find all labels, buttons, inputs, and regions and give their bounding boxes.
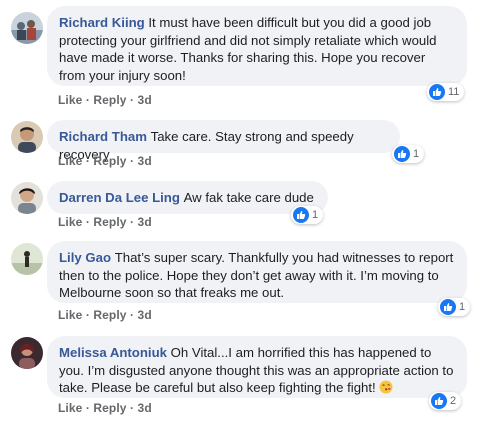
comment-actions: Like · Reply · 3d [58, 215, 152, 229]
reaction-number: 1 [459, 301, 466, 313]
avatar[interactable] [11, 337, 43, 369]
comment-bubble: Darren Da Lee Ling Aw fak take care dude [47, 181, 328, 214]
comment-author[interactable]: Darren Da Lee Ling [59, 190, 184, 205]
avatar[interactable] [11, 12, 43, 44]
comment-bubble: Melissa Antoniuk Oh Vital...I am horrifi… [47, 336, 467, 398]
comment-timestamp[interactable]: 3d [138, 401, 152, 415]
like-link[interactable]: Like [58, 154, 82, 168]
thumbs-up-icon [293, 207, 309, 223]
separator: · [130, 215, 138, 229]
kissing-face-emoji-icon [379, 380, 393, 399]
comment-bubble: Lily Gao That’s super scary. Thankfully … [47, 241, 467, 303]
separator: · [130, 401, 138, 415]
thumbs-up-icon [431, 393, 447, 409]
reaction-count[interactable]: 1 [392, 145, 425, 163]
reply-link[interactable]: Reply [93, 215, 126, 229]
reply-link[interactable]: Reply [93, 93, 126, 107]
comment-actions: Like · Reply · 3d [58, 401, 152, 415]
comment-text: That’s super scary. Thankfully you had w… [59, 250, 454, 300]
reaction-number: 11 [448, 86, 460, 98]
like-link[interactable]: Like [58, 401, 82, 415]
reaction-count[interactable]: 11 [427, 83, 465, 101]
comment-timestamp[interactable]: 3d [138, 215, 152, 229]
comment-actions: Like · Reply · 3d [58, 308, 152, 322]
avatar[interactable] [11, 121, 43, 153]
separator: · [130, 93, 138, 107]
thumbs-up-icon [429, 84, 445, 100]
separator: · [130, 308, 138, 322]
reaction-number: 1 [312, 209, 319, 221]
like-link[interactable]: Like [58, 215, 82, 229]
comment-timestamp[interactable]: 3d [138, 154, 152, 168]
thumbs-up-icon [394, 146, 410, 162]
comment-bubble: Richard Tham Take care. Stay strong and … [47, 120, 400, 162]
separator: · [130, 154, 138, 168]
reaction-count[interactable]: 1 [291, 206, 324, 224]
comment-actions: Like · Reply · 3d [58, 93, 152, 107]
like-link[interactable]: Like [58, 308, 82, 322]
reaction-number: 2 [450, 395, 457, 407]
avatar[interactable] [11, 182, 43, 214]
reply-link[interactable]: Reply [93, 154, 126, 168]
thumbs-up-icon [440, 299, 456, 315]
reply-link[interactable]: Reply [93, 401, 126, 415]
comment-author[interactable]: Richard Tham [59, 129, 151, 144]
reaction-number: 1 [413, 148, 420, 160]
like-link[interactable]: Like [58, 93, 82, 107]
reply-link[interactable]: Reply [93, 308, 126, 322]
comment-author[interactable]: Lily Gao [59, 250, 115, 265]
comment-text: Aw fak take care dude [183, 190, 314, 205]
avatar[interactable] [11, 243, 43, 275]
comment-timestamp[interactable]: 3d [138, 308, 152, 322]
comment-author[interactable]: Richard Kiing [59, 15, 148, 30]
comment-actions: Like · Reply · 3d [58, 154, 152, 168]
comment-bubble: Richard Kiing It must have been difficul… [47, 6, 467, 86]
reaction-count[interactable]: 1 [438, 298, 471, 316]
reaction-count[interactable]: 2 [429, 392, 462, 410]
comment-author[interactable]: Melissa Antoniuk [59, 345, 171, 360]
comment-timestamp[interactable]: 3d [138, 93, 152, 107]
